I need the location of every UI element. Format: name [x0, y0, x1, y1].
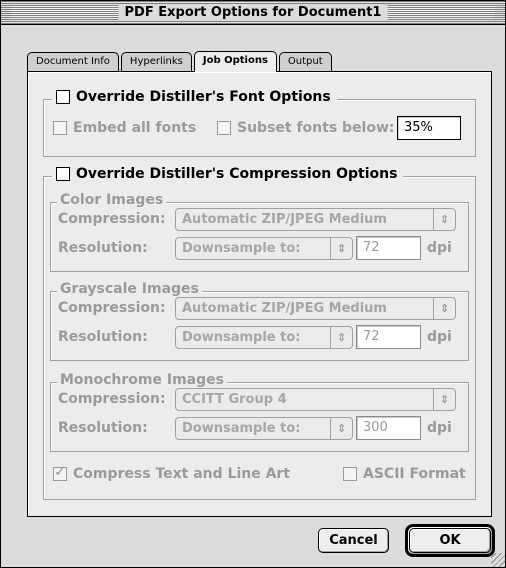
color-resolution-label: Resolution:: [58, 240, 148, 256]
color-dpi-unit: dpi: [427, 240, 452, 256]
subset-fonts-row: Subset fonts below:: [217, 116, 395, 140]
grayscale-images-group: Grayscale Images Compression: Automatic …: [50, 281, 469, 361]
monochrome-images-group: Monochrome Images Compression: CCITT Gro…: [50, 372, 469, 452]
monochrome-compression-popup[interactable]: CCITT Group 4 ⇕: [175, 388, 456, 411]
grayscale-compression-label: Compression:: [58, 300, 166, 316]
monochrome-images-title: Monochrome Images: [57, 372, 227, 388]
monochrome-compression-row: Compression:: [58, 391, 166, 407]
tab-job-options[interactable]: Job Options: [193, 51, 277, 72]
font-options-group: Override Distiller's Font Options Embed …: [43, 89, 476, 157]
color-resolution-row: Resolution:: [58, 240, 148, 256]
monochrome-dpi-field[interactable]: 300: [356, 416, 421, 440]
color-resolution-value: Downsample to:: [182, 241, 301, 256]
cancel-button[interactable]: Cancel: [318, 528, 389, 553]
ascii-format-checkbox[interactable]: [343, 467, 357, 481]
color-compression-value: Automatic ZIP/JPEG Medium: [182, 212, 387, 227]
grayscale-resolution-label: Resolution:: [58, 329, 148, 345]
window-title: PDF Export Options for Document1: [118, 4, 388, 21]
compress-text-checkbox[interactable]: ✓: [53, 465, 67, 481]
color-compression-label: Compression:: [58, 211, 166, 227]
grayscale-resolution-row: Resolution:: [58, 329, 148, 345]
override-font-options-label: Override Distiller's Font Options: [76, 89, 331, 105]
monochrome-resolution-popup[interactable]: Downsample to: ⇕: [175, 417, 353, 440]
popup-arrows-icon: ⇕: [330, 327, 352, 348]
popup-arrows-icon: ⇕: [330, 238, 352, 259]
embed-all-fonts-checkbox[interactable]: [53, 121, 67, 135]
tab-hyperlinks[interactable]: Hyperlinks: [120, 52, 192, 71]
override-compression-label: Override Distiller's Compression Options: [76, 166, 398, 182]
tab-document-info[interactable]: Document Info: [27, 52, 119, 71]
color-images-title: Color Images: [57, 192, 167, 208]
compression-options-header: Override Distiller's Compression Options: [52, 166, 404, 182]
monochrome-dpi-unit: dpi: [427, 420, 452, 436]
tab-output[interactable]: Output: [278, 52, 332, 71]
grayscale-compression-row: Compression:: [58, 300, 166, 316]
monochrome-resolution-value: Downsample to:: [182, 421, 301, 436]
compression-options-group: Override Distiller's Compression Options…: [43, 166, 476, 500]
job-options-panel: Override Distiller's Font Options Embed …: [27, 71, 492, 517]
resize-grip-icon[interactable]: [491, 553, 505, 567]
monochrome-resolution-label: Resolution:: [58, 420, 148, 436]
embed-fonts-row: Embed all fonts: [53, 116, 196, 140]
color-resolution-popup[interactable]: Downsample to: ⇕: [175, 237, 353, 260]
grayscale-compression-value: Automatic ZIP/JPEG Medium: [182, 301, 387, 316]
title-bar[interactable]: PDF Export Options for Document1: [1, 1, 505, 25]
embed-all-fonts-label: Embed all fonts: [73, 120, 197, 136]
checkmark-icon: ✓: [54, 465, 66, 480]
ascii-format-label: ASCII Format: [363, 466, 466, 482]
grayscale-compression-popup[interactable]: Automatic ZIP/JPEG Medium ⇕: [175, 297, 456, 320]
popup-arrows-icon: ⇕: [433, 298, 455, 319]
override-compression-checkbox[interactable]: [56, 167, 70, 181]
grayscale-images-title: Grayscale Images: [57, 281, 202, 297]
ascii-format-row: ASCII Format: [343, 466, 466, 482]
pdf-export-options-dialog: PDF Export Options for Document1 Documen…: [0, 0, 506, 568]
override-font-options-checkbox[interactable]: [56, 90, 70, 104]
grayscale-dpi-unit: dpi: [427, 329, 452, 345]
tab-strip: Document Info Hyperlinks Job Options Out…: [27, 51, 334, 72]
color-dpi-field[interactable]: 72: [356, 236, 421, 260]
grayscale-resolution-value: Downsample to:: [182, 330, 301, 345]
popup-arrows-icon: ⇕: [330, 418, 352, 439]
compress-text-label: Compress Text and Line Art: [73, 466, 291, 482]
grayscale-dpi-field[interactable]: 72: [356, 325, 421, 349]
subset-threshold-field[interactable]: 35%: [397, 116, 461, 140]
color-compression-popup[interactable]: Automatic ZIP/JPEG Medium ⇕: [175, 208, 456, 231]
font-options-header: Override Distiller's Font Options: [52, 89, 337, 105]
monochrome-resolution-row: Resolution:: [58, 420, 148, 436]
color-images-group: Color Images Compression: Automatic ZIP/…: [50, 192, 469, 272]
grayscale-resolution-popup[interactable]: Downsample to: ⇕: [175, 326, 353, 349]
monochrome-compression-label: Compression:: [58, 391, 166, 407]
compress-text-row: ✓ Compress Text and Line Art: [53, 465, 291, 482]
color-compression-row: Compression:: [58, 211, 166, 227]
ok-button[interactable]: OK: [409, 528, 491, 553]
popup-arrows-icon: ⇕: [433, 389, 455, 410]
monochrome-compression-value: CCITT Group 4: [182, 392, 287, 407]
subset-fonts-checkbox[interactable]: [217, 121, 231, 135]
subset-fonts-label: Subset fonts below:: [237, 120, 395, 136]
popup-arrows-icon: ⇕: [433, 209, 455, 230]
